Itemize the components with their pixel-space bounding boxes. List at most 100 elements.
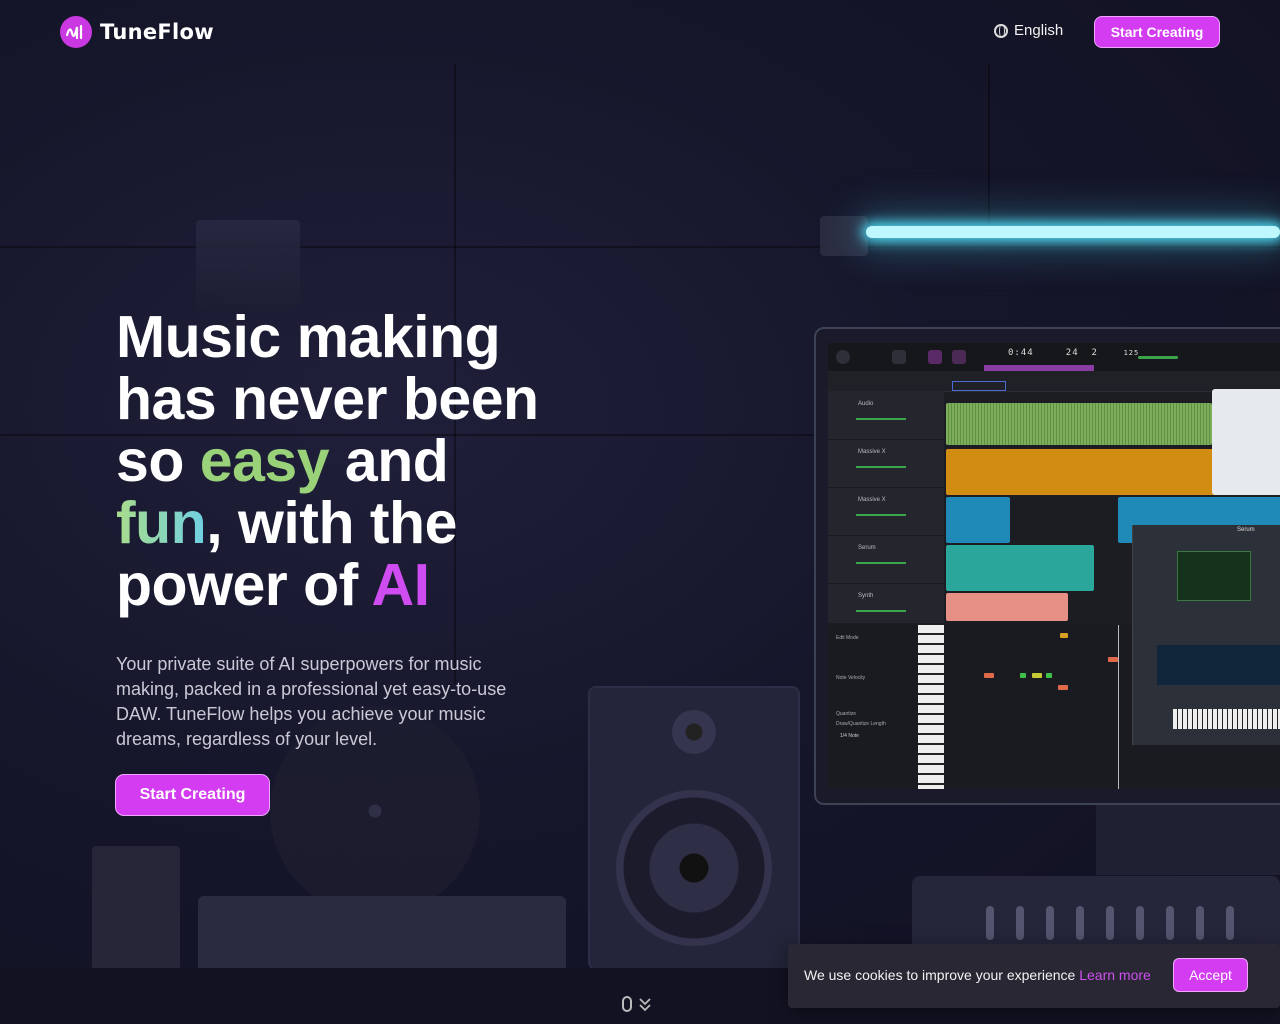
tuneflow-logo-icon (60, 16, 92, 48)
hero-title-line: Music making (116, 304, 501, 370)
transport-tempo: 125 (1123, 349, 1140, 357)
audio-waveform-clip (946, 403, 1212, 445)
hero-title-text: and (329, 428, 449, 494)
plugin-wavetable-display (1177, 551, 1251, 601)
background-wall-seam (988, 64, 990, 224)
hero-title-text: , with the (206, 490, 457, 556)
speaker-tweeter (672, 710, 716, 754)
cookie-accept-button[interactable]: Accept (1173, 958, 1248, 992)
daw-logo-icon (836, 350, 850, 364)
mixer-fader (1226, 906, 1234, 940)
globe-icon (994, 23, 1008, 38)
track-name: Massive X (858, 449, 886, 455)
quantize-label: Quantize (836, 711, 857, 717)
midi-clip (946, 545, 1094, 591)
daw-transport: 0:44 24 2 125 (1008, 348, 1139, 358)
cookie-message: We use cookies to improve your experienc… (804, 967, 1151, 983)
neon-light-mount (820, 216, 868, 256)
background-amplifier (198, 896, 566, 972)
piano-keys (918, 625, 944, 789)
playhead (1118, 625, 1119, 789)
mouse-icon (622, 996, 632, 1012)
brand-logo[interactable]: TuneFlow (60, 16, 214, 48)
neon-light-bar (866, 226, 1280, 238)
track-name: Audio (858, 401, 874, 407)
track-header: Audio (828, 391, 944, 440)
rewind-icon (910, 350, 924, 364)
speaker-woofer (616, 790, 772, 946)
track-name: Massive X (858, 497, 886, 503)
language-label: English (1014, 22, 1064, 39)
plugin-keyboard (1173, 709, 1280, 729)
mixer-fader (1076, 906, 1084, 940)
mixer-fader (1106, 906, 1114, 940)
hero-title-easy: easy (199, 428, 330, 494)
daw-preview: 0:44 24 2 125 Audio Massive X Massive X (828, 343, 1280, 789)
language-selector[interactable]: English (994, 22, 1063, 39)
quantize-length-label: Draw/Quantize Length (836, 721, 886, 727)
track-header: Massive X (828, 487, 944, 536)
transport-time: 0:44 (1008, 348, 1034, 358)
serum-plugin-window: Serum (1132, 525, 1280, 745)
daw-screenshot-monitor: 0:44 24 2 125 Audio Massive X Massive X (814, 327, 1280, 805)
track-fader (856, 466, 906, 468)
chevron-down-icon (639, 998, 651, 1012)
piano-roll-note (1060, 633, 1068, 638)
quantize-value: 1/4 Note (840, 733, 859, 739)
background-wall-line (0, 246, 1280, 248)
mixer-fader (1136, 906, 1144, 940)
hero-title-line: fun, with the (116, 492, 556, 554)
track-name: Serum (858, 545, 876, 551)
midi-clip (946, 497, 1010, 543)
hero-start-creating-button[interactable]: Start Creating (115, 774, 270, 816)
hero-title: Music making has never been so easy and … (116, 306, 556, 616)
daw-volume-slider (1138, 356, 1178, 359)
plugin-window (1212, 389, 1280, 495)
background-plant-pot (92, 846, 180, 970)
metronome-icon (952, 350, 966, 364)
hero-subtitle: Your private suite of AI superpowers for… (116, 654, 507, 749)
track-fader (856, 514, 906, 516)
background-shelf-box (196, 220, 300, 310)
hero-title-line: has never been (116, 366, 539, 432)
mixer-fader (986, 906, 994, 940)
edit-mode-label: Edit Mode (836, 635, 859, 641)
track-fader (856, 610, 906, 612)
transport-beat: 2 (1091, 348, 1098, 358)
background-speaker (588, 686, 800, 970)
track-header: Massive X (828, 439, 944, 488)
daw-track-headers: Audio Massive X Massive X Serum Synth (828, 391, 944, 632)
scroll-hint[interactable] (622, 996, 652, 1012)
track-fader (856, 418, 906, 420)
header-start-creating-button[interactable]: Start Creating (1094, 16, 1220, 48)
mixer-fader (1016, 906, 1024, 940)
midi-clip (946, 593, 1068, 621)
plugin-title: Serum (1237, 527, 1255, 533)
cookie-banner: We use cookies to improve your experienc… (788, 944, 1280, 1008)
piano-roll-note (1032, 673, 1042, 678)
hero-title-ai: AI (371, 552, 431, 618)
piano-roll-note (984, 673, 994, 678)
piano-roll-note (1058, 685, 1068, 690)
mixer-fader (1196, 906, 1204, 940)
monitor-stand (1096, 805, 1280, 875)
piano-roll-note (1046, 673, 1052, 678)
site-header: TuneFlow English Start Creating (0, 0, 1280, 64)
track-fader (856, 562, 906, 564)
loop-icon (928, 350, 942, 364)
track-header: Serum (828, 535, 944, 584)
cookie-learn-more-link[interactable]: Learn more (1079, 967, 1151, 983)
plugin-filter-display (1157, 645, 1280, 685)
note-velocity-label: Note Velocity (836, 675, 866, 681)
hero-title-fun: fun (116, 490, 207, 556)
hero-title-line: power of AI (116, 554, 556, 616)
track-name: Synth (858, 593, 874, 599)
brand-name: TuneFlow (100, 20, 214, 44)
mixer-fader (1046, 906, 1054, 940)
mixer-icon (970, 350, 984, 364)
hero-title-line: so easy and (116, 430, 556, 492)
loop-region (952, 381, 1006, 391)
piano-roll-note (1020, 673, 1026, 678)
piano-roll-note (1108, 657, 1118, 662)
selection-region (984, 365, 1094, 371)
